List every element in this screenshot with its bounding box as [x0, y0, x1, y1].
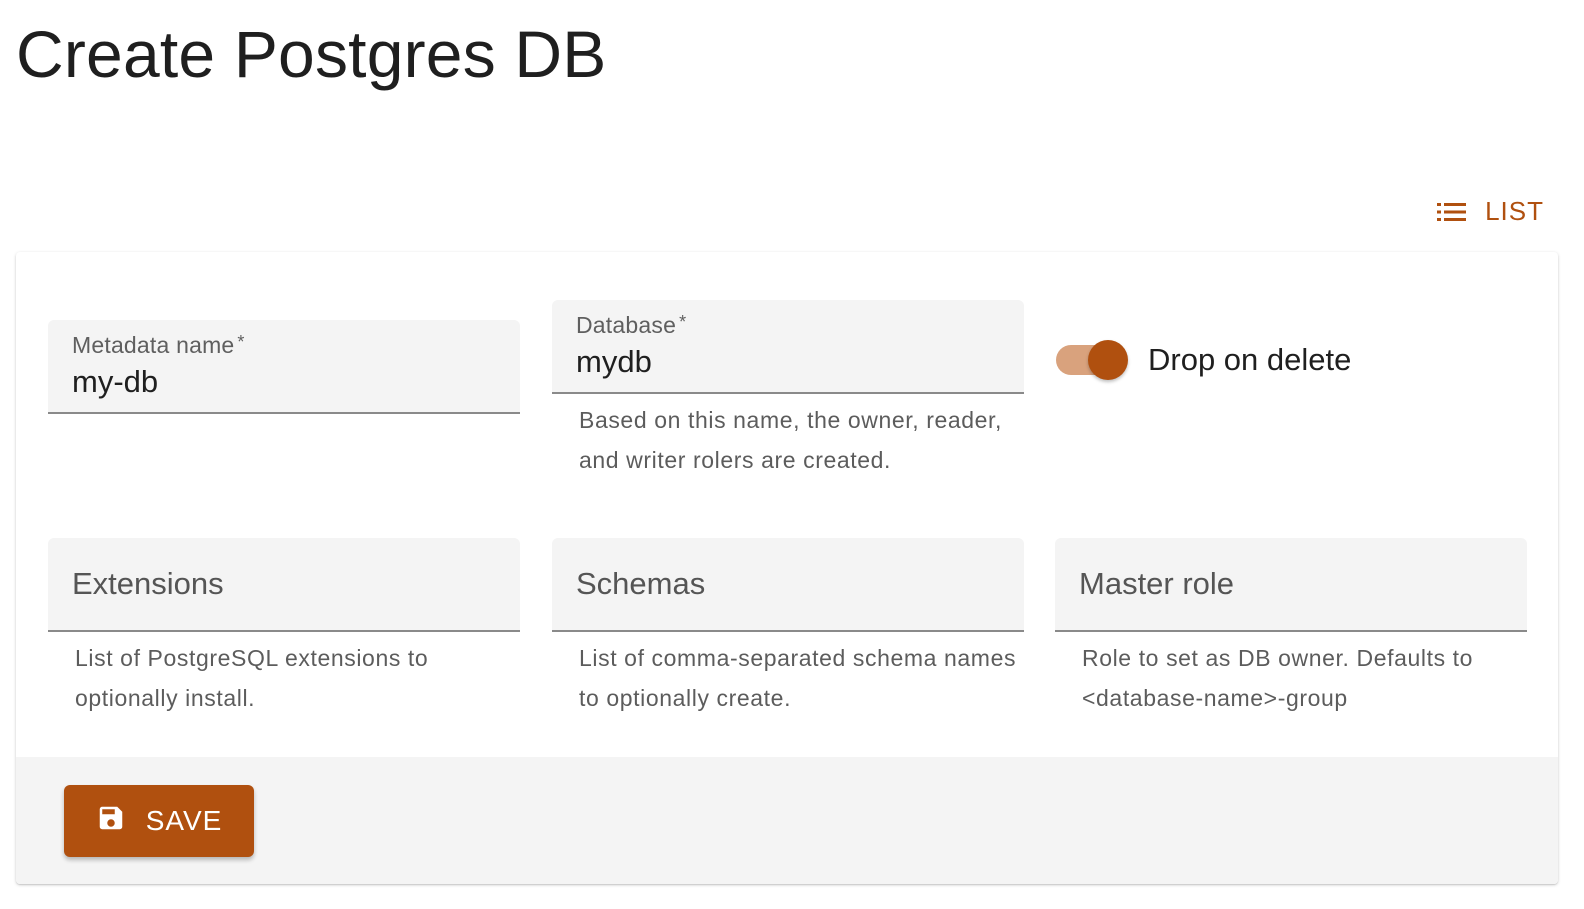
schemas-helper-text: List of comma-separated schema names to …	[579, 645, 1017, 711]
save-button-label: SAVE	[145, 805, 223, 836]
metadata-name-label: Metadata name *	[72, 332, 245, 358]
database-field[interactable]: Database * mydb	[552, 300, 1024, 394]
master-role-helper-text: Role to set as DB owner. Defaults to <da…	[1082, 645, 1474, 711]
database-label: Database *	[576, 312, 687, 338]
drop-on-delete-label: Drop on delete	[1148, 342, 1352, 377]
database-helper-text: Based on this name, the owner, reader, a…	[579, 407, 1002, 473]
page-title: Create Postgres DB	[16, 17, 607, 91]
toggle-thumb	[1088, 340, 1128, 380]
database-value: mydb	[576, 344, 652, 379]
list-button-label: LIST	[1485, 196, 1544, 226]
extensions-field[interactable]: Extensions	[48, 538, 520, 632]
form-card: Metadata name * my-db Database * mydb Base…	[16, 252, 1558, 884]
schemas-label: Schemas	[576, 566, 706, 601]
toggle-track	[1056, 340, 1128, 380]
drop-on-delete-toggle[interactable]: Drop on delete	[1056, 340, 1352, 380]
master-role-field[interactable]: Master role	[1055, 538, 1527, 632]
list-button[interactable]: LIST	[1437, 196, 1544, 227]
list-icon	[1437, 201, 1467, 223]
extensions-helper-text: List of PostgreSQL extensions to optiona…	[75, 645, 429, 711]
extensions-label: Extensions	[72, 566, 224, 601]
save-icon	[96, 803, 126, 840]
schemas-field[interactable]: Schemas	[552, 538, 1024, 632]
master-role-label: Master role	[1079, 566, 1235, 601]
form-toolbar: SAVE	[16, 757, 1558, 884]
metadata-name-field[interactable]: Metadata name * my-db	[48, 320, 520, 414]
save-button[interactable]: SAVE	[64, 785, 254, 857]
metadata-name-value: my-db	[72, 364, 159, 399]
